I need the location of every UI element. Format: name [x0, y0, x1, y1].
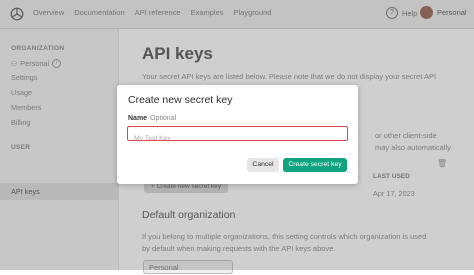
optional-label: Optional	[150, 115, 177, 122]
name-label: Name	[128, 115, 148, 122]
cancel-button[interactable]: Cancel	[247, 158, 279, 172]
dialog-title: Create new secret key	[128, 94, 233, 106]
create-secret-key-button[interactable]: Create secret key	[283, 158, 347, 172]
key-name-field-wrapper	[127, 126, 350, 145]
create-secret-key-dialog: Create new secret key NameOptional Cance…	[117, 85, 358, 184]
name-field-label: Name Optional	[128, 115, 176, 122]
key-name-input[interactable]	[128, 132, 350, 145]
